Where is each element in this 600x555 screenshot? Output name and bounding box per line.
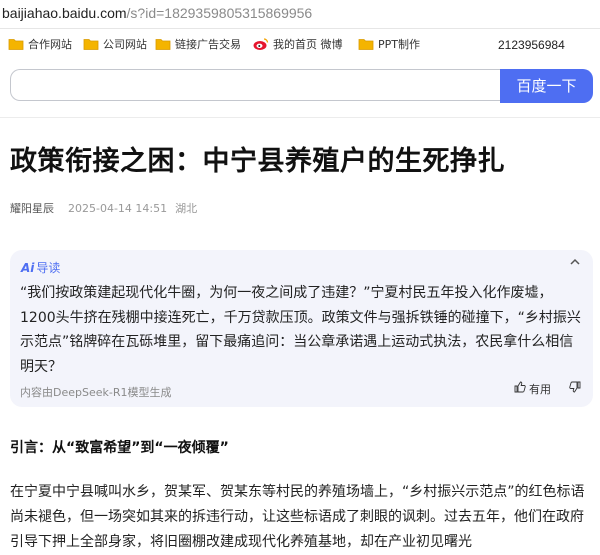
bookmark-label: 合作网站 (28, 38, 72, 51)
bookmark-gongsi[interactable]: 公司网站 (83, 37, 147, 53)
url-path: /s?id=1829359805315869956 (126, 5, 313, 21)
author-name[interactable]: 耀阳星辰 (10, 202, 54, 215)
bookmark-number: 2123956984 (498, 38, 565, 52)
article-meta: 耀阳星辰 2025-04-14 14:51 湖北 (10, 200, 197, 216)
search-button[interactable]: 百度一下 (500, 69, 593, 103)
search-input[interactable] (10, 69, 500, 101)
url-host: baijiahao.baidu.com (2, 5, 127, 21)
bookmark-weibo[interactable]: 我的首页 微博 (253, 37, 343, 53)
weibo-icon (253, 37, 269, 54)
bookmarks-bar: 合作网站 公司网站 链接广告交易 我的首页 微博 PPT制作 212395698… (0, 29, 600, 61)
ai-feedback: 有用 (514, 381, 581, 397)
bookmark-label: 公司网站 (103, 38, 147, 51)
ai-summary-text: “我们按政策建起现代化牛圈，为何一夜之间成了违建？”宁夏村民五年投入化作废墟，1… (20, 285, 581, 375)
ai-badge: Ai 导读 (21, 259, 60, 276)
folder-icon (8, 37, 24, 54)
thumbs-up-icon[interactable] (514, 381, 526, 396)
intro-heading: 引言：从“致富希望”到“一夜倾覆” (10, 440, 229, 456)
bookmark-label: 链接广告交易 (175, 38, 241, 51)
folder-icon (358, 37, 374, 54)
collapse-icon[interactable] (569, 256, 581, 271)
publish-location: 湖北 (175, 202, 198, 215)
bookmark-lianjie[interactable]: 链接广告交易 (155, 37, 241, 53)
useful-label[interactable]: 有用 (529, 383, 551, 396)
body-paragraph: 在宁夏中宁县喊叫水乡，贺某军、贺某东等村民的养殖场墙上，“乡村振兴示范点”的红色… (10, 484, 585, 550)
ai-badge-label: 导读 (36, 261, 61, 275)
search-row: 百度一下 (0, 61, 600, 118)
address-bar[interactable]: baijiahao.baidu.com/s?id=182935980531586… (0, 0, 600, 29)
ai-source-note: 内容由DeepSeek-R1模型生成 (20, 386, 172, 399)
bookmark-label: 我的首页 微博 (273, 38, 343, 51)
article-title: 政策衔接之困：中宁县养殖户的生死挣扎 (10, 146, 505, 177)
folder-icon (83, 37, 99, 54)
bookmark-hezuo[interactable]: 合作网站 (8, 37, 72, 53)
ai-logo: Ai (21, 261, 35, 275)
folder-icon (155, 37, 171, 54)
thumbs-down-icon[interactable] (569, 381, 581, 396)
bookmark-label: PPT制作 (378, 38, 420, 51)
url-text[interactable]: baijiahao.baidu.com/s?id=182935980531586… (2, 5, 312, 21)
publish-date: 2025-04-14 14:51 (68, 202, 168, 215)
ai-summary-card: Ai 导读 “我们按政策建起现代化牛圈，为何一夜之间成了违建？”宁夏村民五年投入化… (10, 250, 593, 407)
bookmark-ppt[interactable]: PPT制作 (358, 37, 420, 53)
